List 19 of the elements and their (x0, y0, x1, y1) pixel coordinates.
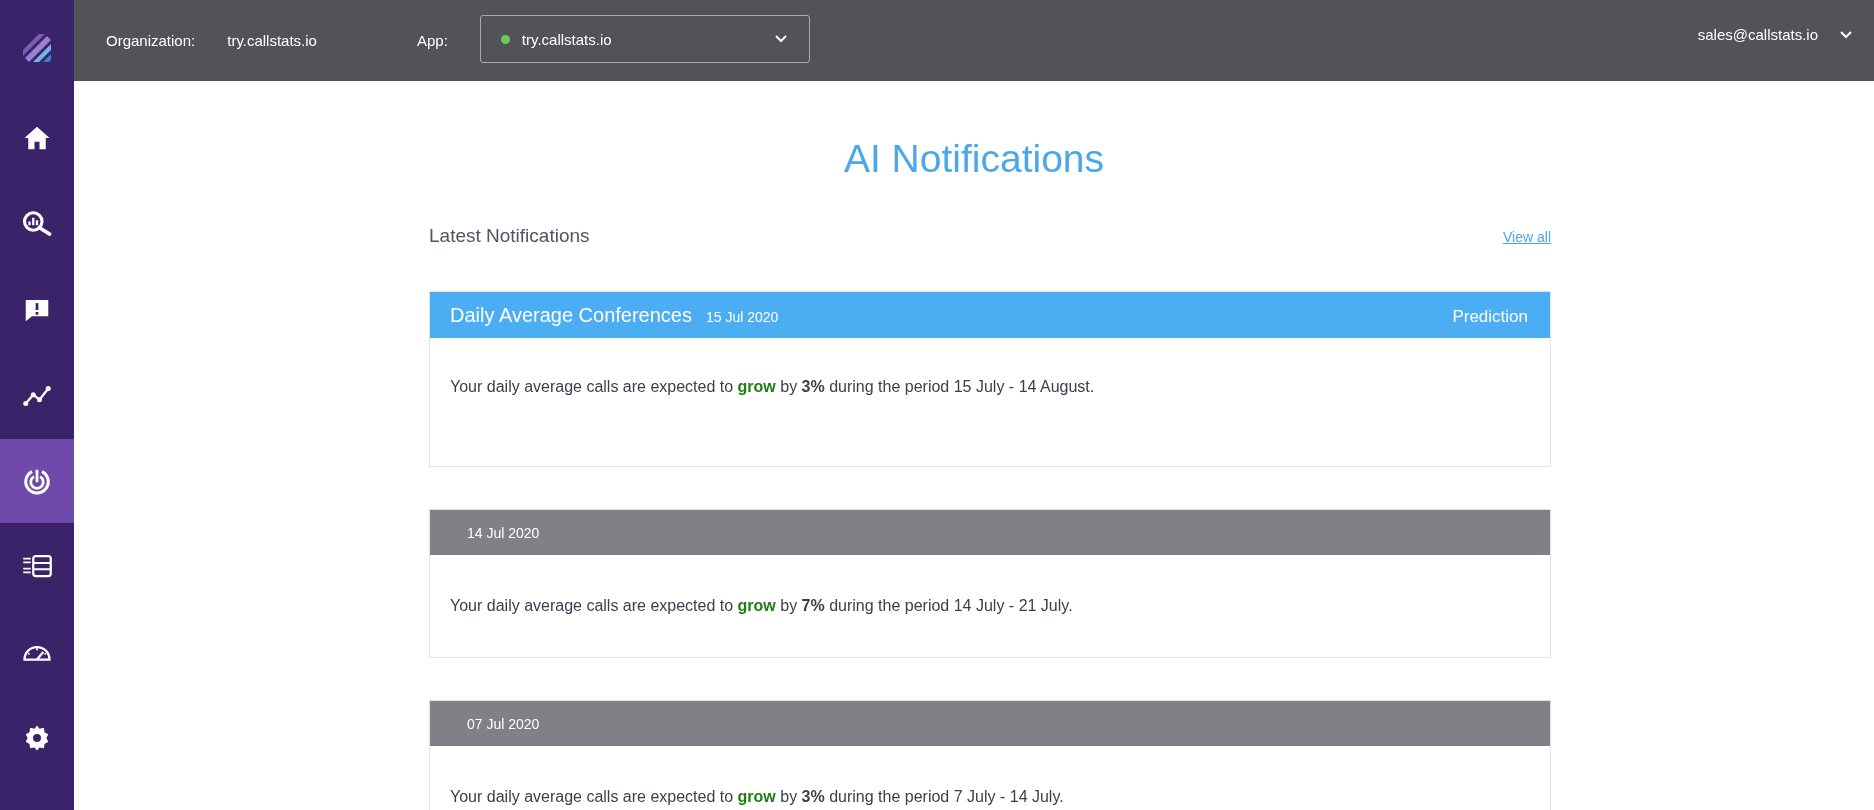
organization-name: try.callstats.io (227, 32, 317, 49)
notification-message: Your daily average calls are expected to grow by 7% during the period 14 July - 21 July. (450, 597, 1074, 615)
user-menu[interactable]: sales@callstats.io (1697, 26, 1852, 43)
organization-label: Organization: (106, 32, 196, 49)
notification-type: Prediction (1452, 307, 1528, 327)
section-title: Latest Notifications (429, 225, 590, 247)
card-date: 15 Jul 2020 (706, 309, 779, 325)
notification-message: Your daily average calls are expected to grow by 3% during the period 15 July - 14 August. (450, 378, 1096, 396)
search-icon (22, 209, 52, 239)
chevron-down-icon (774, 35, 787, 43)
app-label: App: (416, 32, 448, 49)
app-select[interactable]: try.callstats.io (479, 15, 810, 63)
notification-message: Your daily average calls are expected to grow by 3% during the period 7 July - 14 July. (450, 788, 1065, 806)
nav-item[interactable] (0, 439, 74, 523)
card-date: 14 Jul 2020 (467, 525, 540, 541)
card-title: Daily Average Conferences (450, 304, 692, 327)
chevron-down-icon (1840, 30, 1852, 39)
page-title: AI Notifications (843, 137, 1105, 181)
card-date: 07 Jul 2020 (467, 716, 540, 732)
